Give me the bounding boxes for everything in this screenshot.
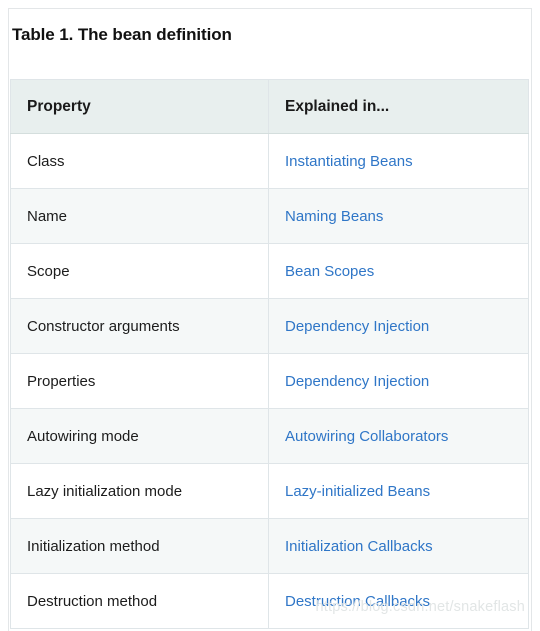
bean-table-container: Property Explained in... Class Instantia… — [10, 79, 529, 629]
doc-link[interactable]: Bean Scopes — [285, 263, 374, 280]
table-row: Properties Dependency Injection — [10, 353, 529, 409]
table-body: Class Instantiating Beans Name Naming Be… — [10, 133, 529, 629]
table-row: Autowiring mode Autowiring Collaborators — [10, 408, 529, 464]
cell-explained-in: Naming Beans — [268, 188, 529, 244]
table-row: Initialization method Initialization Cal… — [10, 518, 529, 574]
cell-property: Lazy initialization mode — [10, 463, 269, 519]
table-row: Class Instantiating Beans — [10, 133, 529, 189]
table-header-row: Property Explained in... — [10, 79, 529, 134]
doc-link[interactable]: Dependency Injection — [285, 318, 429, 335]
table-row: Scope Bean Scopes — [10, 243, 529, 299]
cell-explained-in: Destruction Callbacks — [268, 573, 529, 629]
page-frame: Table 1. The bean definition Property Ex… — [8, 8, 532, 631]
cell-property: Properties — [10, 353, 269, 409]
document-content: Table 1. The bean definition Property Ex… — [9, 9, 531, 631]
table-row: Lazy initialization mode Lazy-initialize… — [10, 463, 529, 519]
table-row: Constructor arguments Dependency Injecti… — [10, 298, 529, 354]
table-row: Destruction method Destruction Callbacks — [10, 573, 529, 629]
doc-link[interactable]: Destruction Callbacks — [285, 593, 430, 610]
doc-link[interactable]: Lazy-initialized Beans — [285, 483, 430, 500]
cell-explained-in: Dependency Injection — [268, 298, 529, 354]
doc-link[interactable]: Naming Beans — [285, 208, 383, 225]
doc-link[interactable]: Instantiating Beans — [285, 153, 413, 170]
cell-explained-in: Dependency Injection — [268, 353, 529, 409]
cell-property: Name — [10, 188, 269, 244]
column-header-explained-in: Explained in... — [268, 79, 529, 134]
bean-definition-table: Property Explained in... Class Instantia… — [10, 79, 529, 629]
cell-property: Constructor arguments — [10, 298, 269, 354]
table-caption: Table 1. The bean definition — [12, 25, 232, 44]
table-header: Property Explained in... — [10, 79, 529, 134]
cell-explained-in: Instantiating Beans — [268, 133, 529, 189]
doc-link[interactable]: Autowiring Collaborators — [285, 428, 448, 445]
cell-explained-in: Initialization Callbacks — [268, 518, 529, 574]
table-row: Name Naming Beans — [10, 188, 529, 244]
cell-explained-in: Bean Scopes — [268, 243, 529, 299]
doc-link[interactable]: Initialization Callbacks — [285, 538, 433, 555]
cell-property: Autowiring mode — [10, 408, 269, 464]
cell-explained-in: Autowiring Collaborators — [268, 408, 529, 464]
column-header-property: Property — [10, 79, 269, 134]
cell-property: Initialization method — [10, 518, 269, 574]
cell-property: Class — [10, 133, 269, 189]
cell-explained-in: Lazy-initialized Beans — [268, 463, 529, 519]
doc-link[interactable]: Dependency Injection — [285, 373, 429, 390]
cell-property: Scope — [10, 243, 269, 299]
cell-property: Destruction method — [10, 573, 269, 629]
